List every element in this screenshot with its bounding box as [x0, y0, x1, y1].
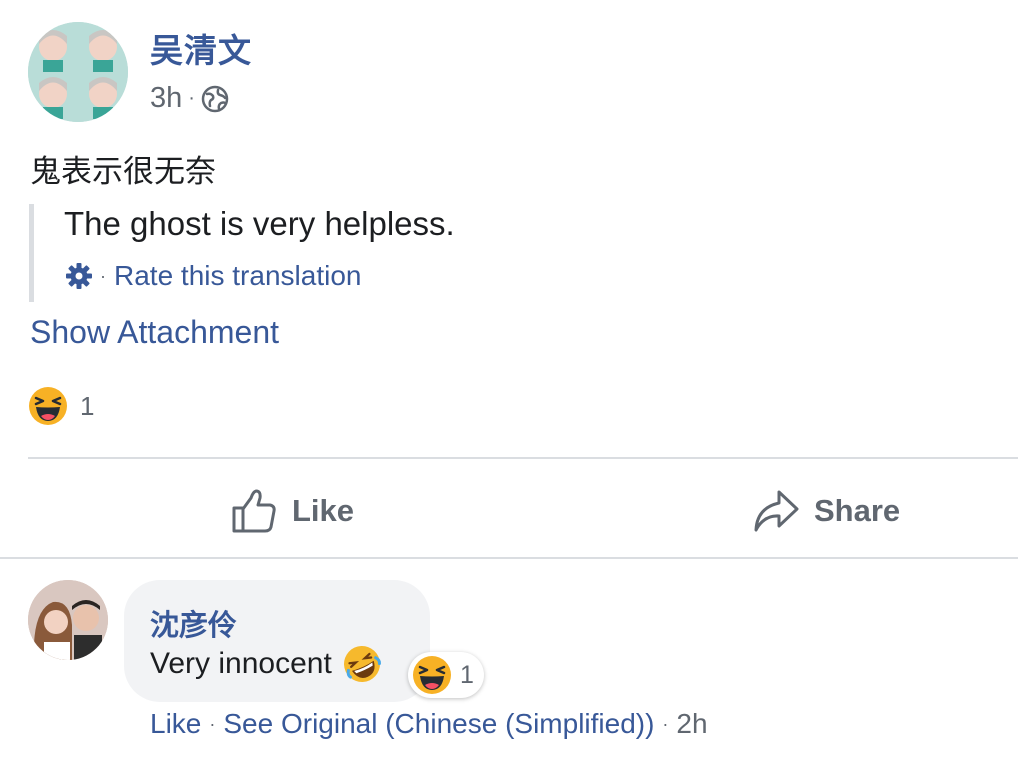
share-arrow-icon — [754, 490, 799, 532]
rolling-laughing-emoji-icon — [343, 646, 381, 682]
comment-reaction-count: 1 — [460, 660, 474, 689]
meta-separator: · — [188, 87, 195, 109]
share-button[interactable]: Share — [752, 480, 900, 542]
rate-separator: · — [100, 265, 106, 286]
post-text: 鬼表示很无奈 — [30, 154, 216, 189]
comment-reaction-badge[interactable]: 1 — [408, 652, 484, 698]
divider-bottom — [0, 557, 1018, 559]
comment-text-row: Very innocent — [150, 644, 382, 684]
author-avatar[interactable] — [28, 22, 128, 122]
translation-text: The ghost is very helpless. — [64, 205, 455, 242]
globe-icon[interactable] — [201, 85, 229, 113]
post-author-name[interactable]: 吴清文 — [150, 24, 252, 72]
translation-bar — [29, 204, 34, 302]
thumbs-up-icon — [232, 489, 276, 533]
like-button[interactable]: Like — [230, 480, 354, 542]
post-timestamp[interactable]: 3h — [150, 82, 182, 115]
translation-rate-row: · Rate this translation — [64, 260, 361, 292]
laugh-emoji-icon — [29, 387, 67, 425]
comment-separator-2: · — [662, 713, 669, 734]
laugh-emoji-icon — [413, 656, 451, 694]
comment-timestamp[interactable]: 2h — [676, 708, 707, 740]
comment-actions: Like · See Original (Chinese (Simplified… — [150, 708, 708, 740]
like-label: Like — [292, 493, 355, 528]
share-label: Share — [814, 493, 901, 528]
show-attachment-link[interactable]: Show Attachment — [30, 314, 279, 351]
post-reactions[interactable]: 1 — [28, 386, 94, 426]
commenter-avatar-image — [28, 580, 108, 660]
divider-top — [28, 457, 1018, 459]
comment-author-name[interactable]: 沈彦伶 — [150, 602, 237, 644]
avatar-image — [28, 22, 128, 122]
comment-separator-1: · — [209, 713, 216, 734]
commenter-avatar[interactable] — [28, 580, 108, 660]
rate-translation-link[interactable]: Rate this translation — [114, 260, 361, 292]
gear-icon[interactable] — [64, 261, 94, 291]
post-meta: 3h · — [150, 82, 229, 115]
comment-like-link[interactable]: Like — [150, 708, 201, 740]
see-original-link[interactable]: See Original (Chinese (Simplified)) — [223, 708, 654, 740]
comment-text: Very innocent — [150, 647, 332, 680]
reaction-count: 1 — [80, 390, 95, 421]
